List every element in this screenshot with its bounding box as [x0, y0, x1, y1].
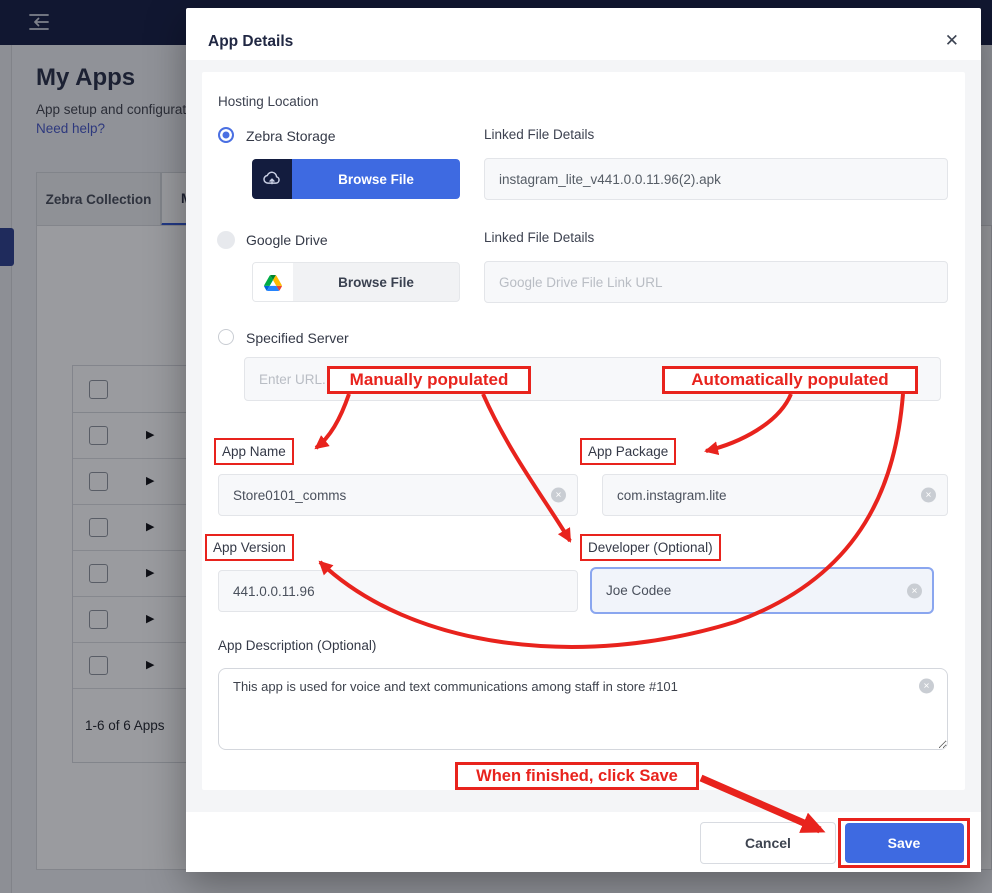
developer-label: Developer (Optional): [580, 534, 721, 561]
save-highlight-box: Save: [838, 818, 970, 868]
developer-input[interactable]: [590, 567, 934, 614]
google-drive-label[interactable]: Google Drive: [246, 232, 328, 248]
linked-file-input-gdrive[interactable]: [484, 261, 948, 303]
google-drive-icon: [253, 263, 293, 302]
app-version-label: App Version: [205, 534, 294, 561]
browse-file-gdrive-label: Browse File: [293, 263, 459, 301]
linked-file-details-label-1: Linked File Details: [484, 127, 594, 142]
app-name-label: App Name: [214, 438, 294, 465]
app-version-input[interactable]: [218, 570, 578, 612]
clear-icon[interactable]: ✕: [551, 488, 566, 503]
app-details-modal: App Details ✕ Hosting Location Zebra Sto…: [186, 8, 981, 872]
radio-google-drive[interactable]: [217, 231, 235, 249]
modal-title: App Details: [208, 33, 293, 51]
cancel-button[interactable]: Cancel: [700, 822, 836, 864]
clear-icon[interactable]: ✕: [921, 488, 936, 503]
browse-file-gdrive-button[interactable]: Browse File: [252, 262, 460, 302]
save-button[interactable]: Save: [845, 823, 964, 863]
close-icon[interactable]: ✕: [945, 32, 959, 49]
zebra-storage-label[interactable]: Zebra Storage: [246, 128, 336, 144]
app-name-input[interactable]: [218, 474, 578, 516]
browse-file-zebra-button[interactable]: Browse File: [252, 159, 460, 199]
clear-icon[interactable]: ✕: [919, 679, 934, 694]
app-description-textarea[interactable]: This app is used for voice and text comm…: [218, 668, 948, 750]
specified-server-label[interactable]: Specified Server: [246, 330, 349, 346]
linked-file-input-zebra[interactable]: [484, 158, 948, 200]
clear-icon[interactable]: ✕: [907, 583, 922, 598]
radio-zebra-storage[interactable]: [218, 127, 234, 143]
cloud-upload-icon: [252, 159, 292, 199]
app-package-label: App Package: [580, 438, 676, 465]
browse-file-zebra-label: Browse File: [292, 159, 460, 199]
linked-file-details-label-2: Linked File Details: [484, 230, 594, 245]
radio-specified-server[interactable]: [218, 329, 234, 345]
app-description-label: App Description (Optional): [218, 638, 376, 653]
hosting-location-label: Hosting Location: [218, 94, 319, 109]
app-package-input[interactable]: [602, 474, 948, 516]
server-url-input[interactable]: [244, 357, 941, 401]
